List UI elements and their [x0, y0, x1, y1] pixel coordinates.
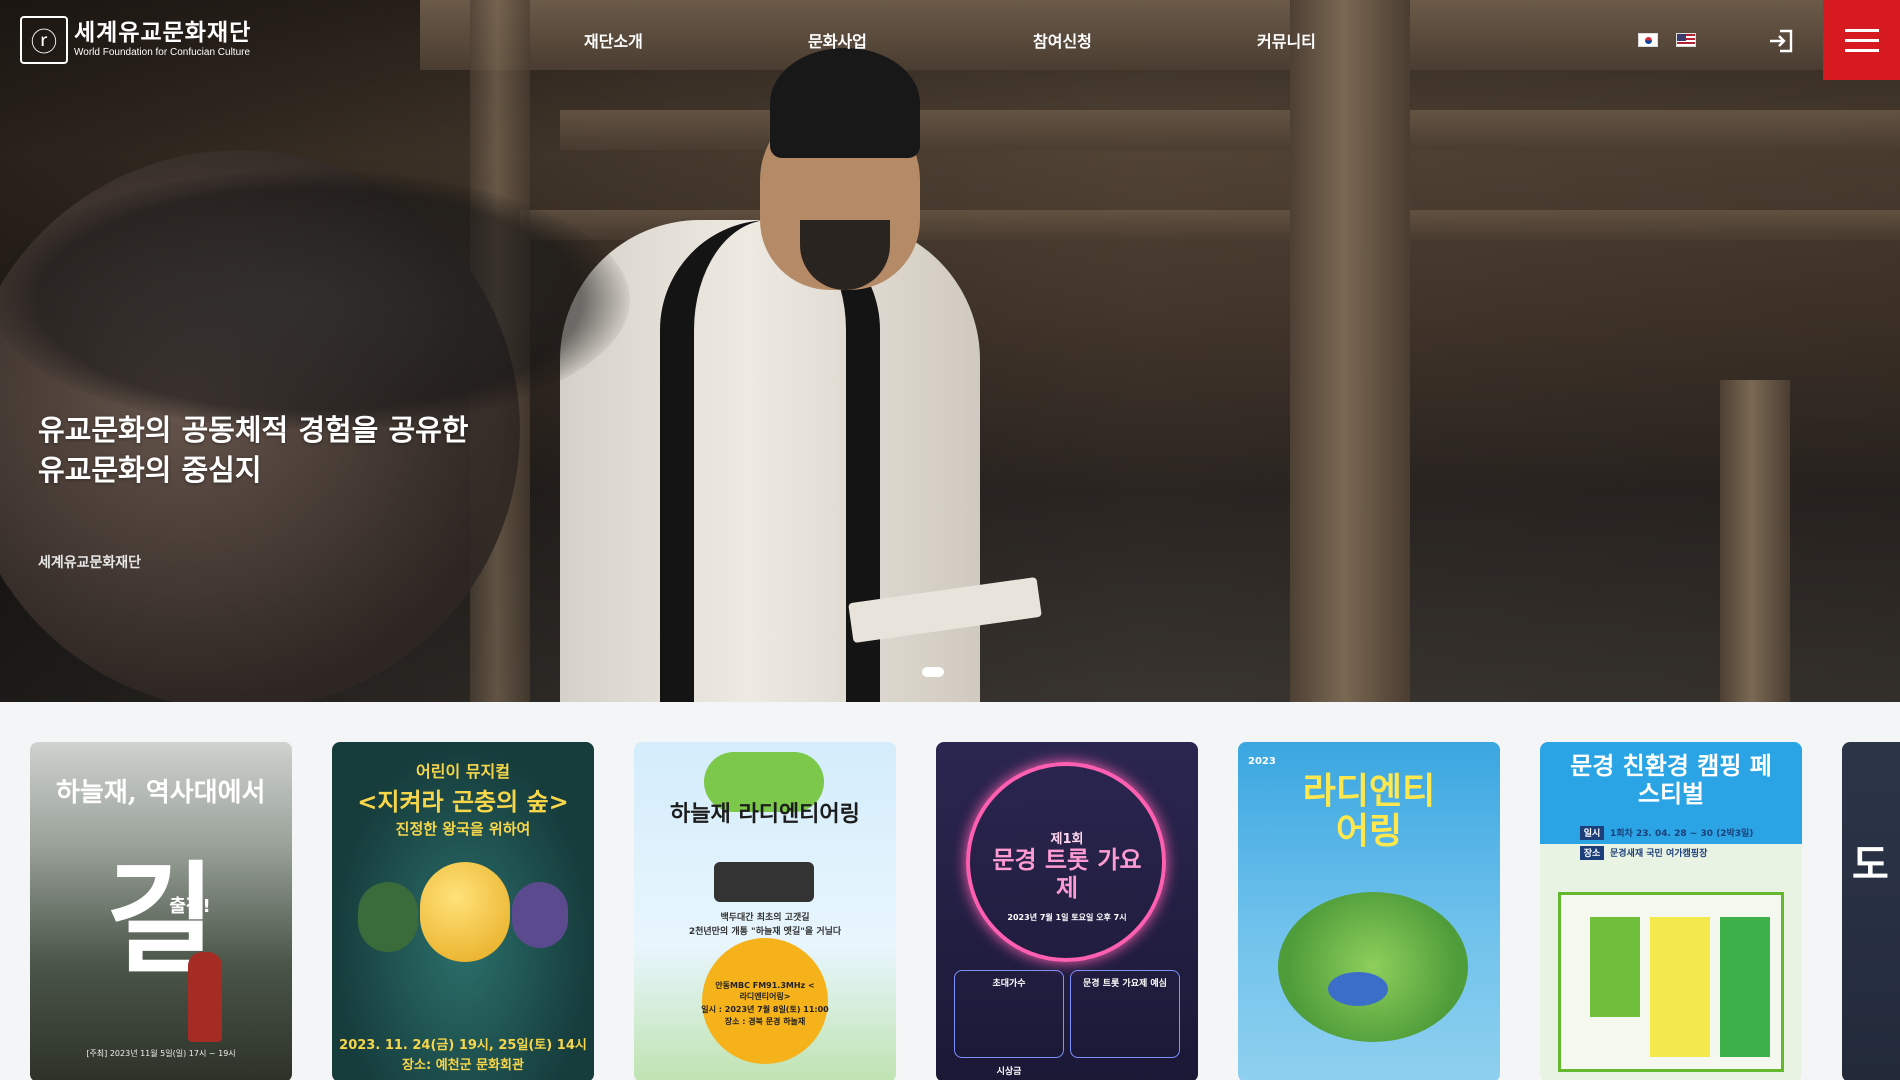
radio-icon — [714, 862, 814, 902]
hero-title: 유교문화의 공동체적 경험을 공유한 유교문화의 중심지 — [38, 413, 469, 487]
poster-date: 2023. 11. 24(금) 19시, 25일(토) 14시 — [339, 1038, 587, 1053]
poster-card[interactable]: 문경 친환경 캠핑 페스티벌 일시 1회차 23. 04. 28 ~ 30 (2… — [1540, 742, 1802, 1080]
poster-subtitle: 백두대간 최초의 고갯길 — [720, 913, 810, 923]
poster-section-1: 초대가수 — [992, 979, 1026, 989]
poster-section-3: 시상금 — [996, 1067, 1022, 1077]
poster-venue: 장소: 예천군 문화회관 — [402, 1058, 524, 1073]
poster-badge-text: 안동MBC FM91.3MHz <라디엔티어링> — [715, 981, 815, 1001]
login-icon[interactable] — [1768, 28, 1794, 54]
poster-title: 하늘재 라디엔티어링 — [670, 802, 860, 827]
poster-info: [주최] 2023년 11월 5일(일) 17시 ~ 19시 — [86, 1049, 236, 1058]
poster-date: 2023년 7월 1일 토요일 오후 7시 — [1007, 913, 1127, 922]
poster-subtitle: 진정한 왕국을 위하여 — [395, 820, 531, 838]
poster-card[interactable]: 도 — [1842, 742, 1900, 1080]
poster-label: 2023 — [1248, 756, 1276, 767]
us-flag-icon[interactable] — [1676, 33, 1696, 47]
hero-banner: 유교문화의 공동체적 경험을 공유한 유교문화의 중심지 세계유교문화재단 — [0, 0, 1900, 702]
poster-title: 라디엔티어링 — [1302, 771, 1436, 852]
poster-figure — [188, 952, 222, 1042]
poster-card[interactable]: 2023 라디엔티어링 — [1238, 742, 1500, 1080]
poster-subtitle-2: 2천년만의 개통 "하늘재 옛길"을 거닐다 — [688, 927, 842, 937]
poster-date: 일시 : 2023년 7월 8일(토) 11:00 — [701, 1005, 829, 1014]
hero-photo — [0, 0, 1900, 702]
poster-title: 도 — [1852, 842, 1889, 888]
korean-flag-icon[interactable] — [1638, 33, 1658, 47]
nav-item-culture[interactable]: 문화사업 — [808, 28, 867, 52]
nav-item-about[interactable]: 재단소개 — [584, 28, 643, 52]
poster-side: 출정! — [169, 896, 211, 917]
poster-carousel: 하늘재, 역사대에서 길 출정! [주최] 2023년 11월 5일(일) 17… — [0, 702, 1900, 1080]
poster-venue: 장소 : 경북 문경 하늘재 — [724, 1017, 806, 1026]
poster-title: 하늘재, 역사대에서 — [56, 778, 266, 808]
poster-character — [420, 862, 510, 962]
poster-date: 1회차 23. 04. 28 ~ 30 (2박3일) — [1610, 829, 1754, 839]
poster-illustration — [1278, 892, 1468, 1042]
slider-dots — [922, 667, 944, 677]
hamburger-menu-button[interactable] — [1823, 0, 1900, 80]
main-nav: 재단소개 문화사업 참여신청 커뮤니티 — [0, 28, 1900, 52]
poster-section-2: 문경 트롯 가요제 예심 — [1083, 979, 1167, 989]
poster-card[interactable]: 어린이 뮤지컬 <지켜라 곤충의 숲> 진정한 왕국을 위하여 2023. 11… — [332, 742, 594, 1080]
poster-card[interactable]: 하늘재, 역사대에서 길 출정! [주최] 2023년 11월 5일(일) 17… — [30, 742, 292, 1080]
menu-icon — [1844, 28, 1879, 32]
poster-label: 제1회 — [1050, 832, 1084, 847]
poster-title: <지켜라 곤충의 숲> — [357, 788, 569, 816]
poster-card[interactable]: 하늘재 라디엔티어링 백두대간 최초의 고갯길 2천년만의 개통 "하늘재 옛길… — [634, 742, 896, 1080]
poster-venue: 문경새재 국민 여가캠핑장 — [1610, 849, 1708, 859]
poster-title: 문경 트롯 가요제 — [992, 846, 1142, 902]
poster-venue-label: 장소 — [1583, 849, 1601, 859]
nav-item-community[interactable]: 커뮤니티 — [1257, 28, 1316, 52]
poster-title: 문경 친환경 캠핑 페스티벌 — [1570, 752, 1772, 808]
slider-dot[interactable] — [922, 667, 944, 677]
poster-card[interactable]: 제1회 문경 트롯 가요제 2023년 7월 1일 토요일 오후 7시 초대가수… — [936, 742, 1198, 1080]
poster-label: 어린이 뮤지컬 — [416, 762, 510, 781]
site-header: ⓡ 세계유교문화재단 World Foundation for Confucia… — [0, 0, 1900, 80]
nav-item-apply[interactable]: 참여신청 — [1033, 28, 1092, 52]
poster-date-label: 일시 — [1583, 829, 1601, 839]
hero-subtitle: 세계유교문화재단 — [38, 555, 142, 571]
